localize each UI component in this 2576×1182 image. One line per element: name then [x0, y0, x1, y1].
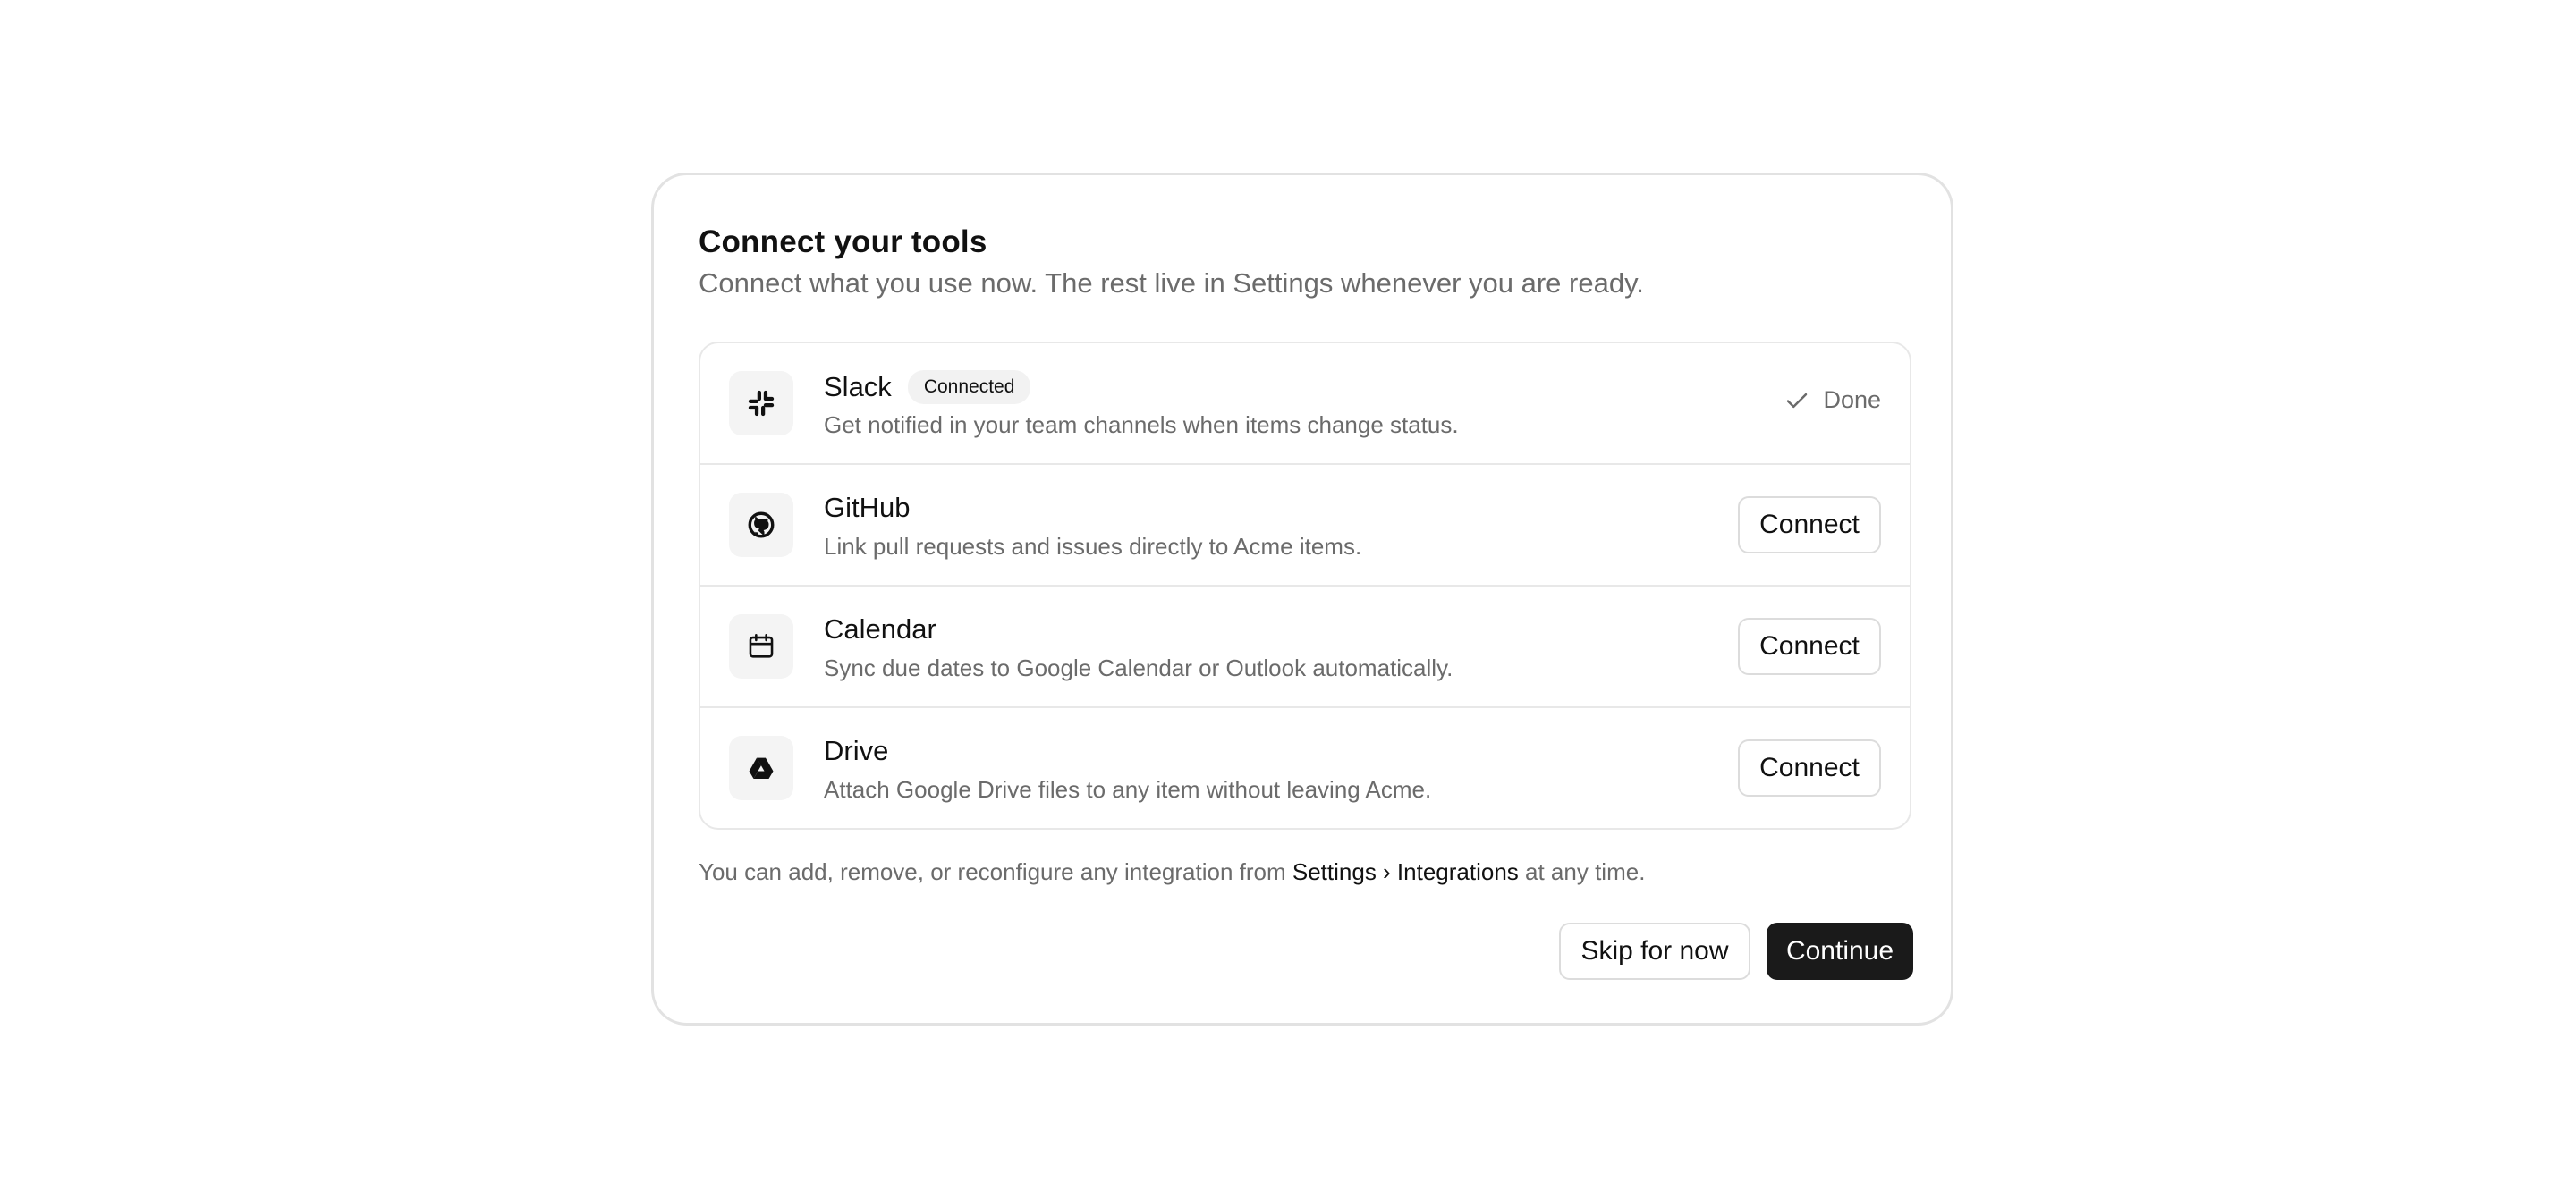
connect-github-button[interactable]: Connect	[1738, 496, 1881, 553]
integration-description: Attach Google Drive files to any item wi…	[824, 776, 1432, 803]
integration-description: Sync due dates to Google Calendar or Out…	[824, 654, 1453, 681]
integration-name-row: Calendar	[824, 613, 936, 646]
done-status: Done	[1784, 386, 1881, 414]
integration-description: Link pull requests and issues directly t…	[824, 533, 1362, 560]
connect-drive-button[interactable]: Connect	[1738, 739, 1881, 797]
connect-calendar-button[interactable]: Connect	[1738, 618, 1881, 675]
github-icon	[729, 493, 793, 557]
integration-name-row: Drive	[824, 735, 888, 767]
integration-row-calendar: Calendar Sync due dates to Google Calend…	[700, 587, 1910, 708]
integration-row-slack: Slack Connected Get notified in your tea…	[700, 343, 1910, 465]
calendar-icon	[729, 614, 793, 679]
footnote-prefix: You can add, remove, or reconfigure any …	[699, 858, 1292, 885]
dialog-title: Connect your tools	[699, 224, 987, 259]
integrations-list: Slack Connected Get notified in your tea…	[699, 342, 1911, 830]
integration-name: Calendar	[824, 613, 936, 645]
settings-footnote: You can add, remove, or reconfigure any …	[699, 858, 1645, 886]
footnote-suffix: at any time.	[1518, 858, 1646, 885]
skip-button[interactable]: Skip for now	[1559, 923, 1750, 980]
integration-name: Slack	[824, 371, 892, 402]
integration-row-github: GitHub Link pull requests and issues dir…	[700, 465, 1910, 587]
done-label: Done	[1823, 386, 1881, 413]
connected-badge: Connected	[907, 370, 1031, 404]
drive-icon	[729, 736, 793, 800]
integration-name: Drive	[824, 735, 889, 766]
integration-row-drive: Drive Attach Google Drive files to any i…	[700, 708, 1910, 828]
integration-name-row: GitHub	[824, 492, 910, 524]
settings-integrations-link[interactable]: Settings › Integrations	[1292, 858, 1519, 885]
integration-name-row: Slack Connected	[824, 370, 1031, 404]
continue-button[interactable]: Continue	[1767, 923, 1913, 980]
slack-icon	[729, 371, 793, 435]
dialog-subtitle: Connect what you use now. The rest live …	[699, 267, 1644, 299]
connect-tools-dialog: Connect your tools Connect what you use …	[651, 173, 1953, 1026]
integration-description: Get notified in your team channels when …	[824, 411, 1459, 438]
integration-name: GitHub	[824, 492, 911, 523]
check-icon	[1787, 393, 1808, 408]
